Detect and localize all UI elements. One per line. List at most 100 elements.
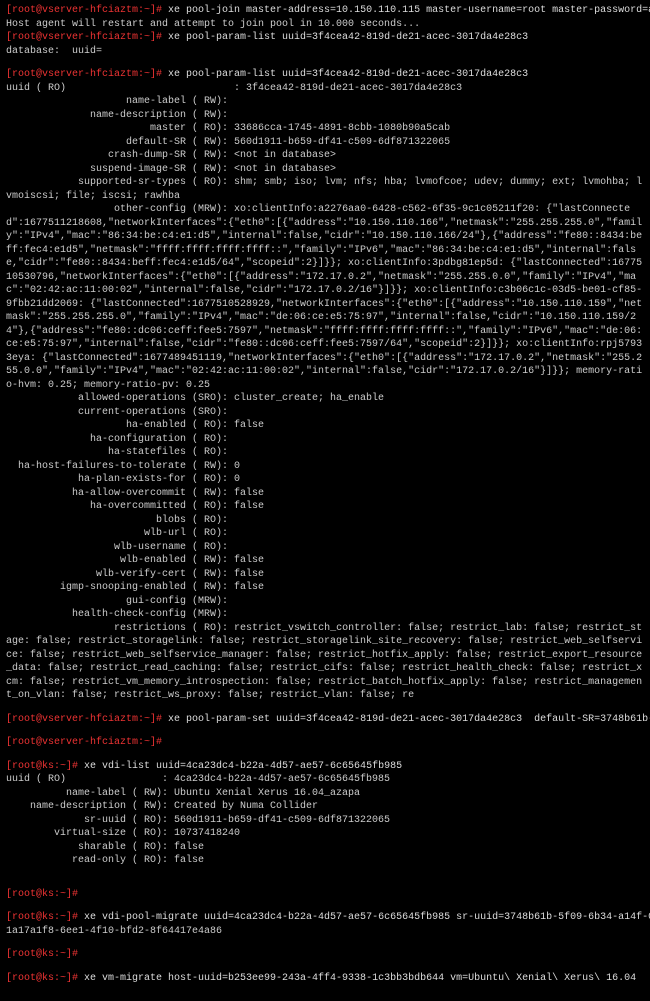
output-text: ha-enabled ( RO): false [6, 420, 264, 431]
command-text: xe pool-param-list uuid=3f4cea42-819d-de… [162, 32, 528, 43]
output-line: ha-host-failures-to-tolerate ( RW): 0 [6, 460, 644, 474]
blank-line [6, 962, 644, 972]
command-text [78, 889, 84, 900]
output-line: default-SR ( RW): 560d1911-b659-df41-c50… [6, 136, 644, 150]
blank-line [6, 868, 644, 878]
blank-line [6, 703, 644, 713]
output-text: wlb-verify-cert ( RW): false [6, 569, 264, 580]
output-text: name-description ( RW): [6, 110, 228, 121]
terminal[interactable]: [root@vserver-hfciaztm:~]# xe pool-join … [0, 0, 650, 1001]
command-text: xe vdi-list uuid=4ca23dc4-b22a-4d57-ae57… [78, 761, 402, 772]
output-line: ha-allow-overcommit ( RW): false [6, 487, 644, 501]
output-text: ha-allow-overcommit ( RW): false [6, 488, 264, 499]
output-text: current-operations (SRO): [6, 407, 228, 418]
output-line: read-only ( RO): false [6, 854, 644, 868]
output-text: health-check-config (MRW): [6, 609, 228, 620]
output-line: sr-uuid ( RO): 560d1911-b659-df41-c509-6… [6, 814, 644, 828]
blank-line [6, 938, 644, 948]
command-line: [root@vserver-hfciaztm:~]# xe pool-param… [6, 713, 644, 727]
output-text: sharable ( RO): false [6, 842, 204, 853]
shell-prompt: [root@ks:~]# [6, 973, 78, 984]
output-text: restrictions ( RO): restrict_vswitch_con… [6, 623, 642, 702]
output-line: current-operations (SRO): [6, 406, 644, 420]
output-text: gui-config (MRW): [6, 596, 228, 607]
output-text: Host agent will restart and attempt to j… [6, 19, 420, 30]
command-text: xe pool-join master-address=10.150.110.1… [162, 5, 650, 16]
shell-prompt: [root@ks:~]# [6, 949, 78, 960]
command-line: [root@ks:~]# [6, 948, 644, 962]
output-line: ha-statefiles ( RO): [6, 446, 644, 460]
blank-line [6, 901, 644, 911]
output-text: allowed-operations (SRO): cluster_create… [6, 393, 384, 404]
output-text: ha-statefiles ( RO): [6, 447, 228, 458]
output-text: ha-configuration ( RO): [6, 434, 228, 445]
output-text: sr-uuid ( RO): 560d1911-b659-df41-c509-6… [6, 815, 390, 826]
command-text: xe pool-param-list uuid=3f4cea42-819d-de… [162, 69, 528, 80]
output-line: name-description ( RW): [6, 109, 644, 123]
command-line: [root@vserver-hfciaztm:~]# xe pool-param… [6, 31, 644, 45]
command-line: [root@ks:~]# xe vdi-list uuid=4ca23dc4-b… [6, 760, 644, 774]
output-text: wlb-username ( RO): [6, 542, 228, 553]
command-text [162, 737, 168, 748]
output-line: virtual-size ( RO): 10737418240 [6, 827, 644, 841]
output-line: ha-plan-exists-for ( RO): 0 [6, 473, 644, 487]
blank-line [6, 750, 644, 760]
output-text: ha-plan-exists-for ( RO): 0 [6, 474, 240, 485]
output-text: master ( RO): 33686cca-1745-4891-8cbb-10… [6, 123, 450, 134]
output-text: default-SR ( RW): 560d1911-b659-df41-c50… [6, 137, 450, 148]
shell-prompt: [root@ks:~]# [6, 912, 78, 923]
output-line: name-description ( RW): Created by Numa … [6, 800, 644, 814]
output-line: ha-overcommitted ( RO): false [6, 500, 644, 514]
output-line: blobs ( RO): [6, 514, 644, 528]
output-line: wlb-enabled ( RW): false [6, 554, 644, 568]
output-text: igmp-snooping-enabled ( RW): false [6, 582, 264, 593]
output-line: sharable ( RO): false [6, 841, 644, 855]
output-text: database: uuid= [6, 46, 102, 57]
output-text: virtual-size ( RO): 10737418240 [6, 828, 240, 839]
output-line: gui-config (MRW): [6, 595, 644, 609]
command-line: [root@ks:~]# xe vdi-pool-migrate uuid=4c… [6, 911, 644, 925]
output-text: name-label ( RW): Ubuntu Xenial Xerus 16… [6, 788, 360, 799]
output-line: name-label ( RW): Ubuntu Xenial Xerus 16… [6, 787, 644, 801]
blank-line [6, 878, 644, 888]
output-line: wlb-verify-cert ( RW): false [6, 568, 644, 582]
command-text: xe pool-param-set uuid=3f4cea42-819d-de2… [162, 714, 650, 725]
output-text: supported-sr-types ( RO): shm; smb; iso;… [6, 177, 642, 202]
command-line: [root@vserver-hfciaztm:~]# xe pool-join … [6, 4, 644, 18]
shell-prompt: [root@ks:~]# [6, 761, 78, 772]
output-line: health-check-config (MRW): [6, 608, 644, 622]
output-line: ha-enabled ( RO): false [6, 419, 644, 433]
command-text [78, 949, 84, 960]
command-text: xe vdi-pool-migrate uuid=4ca23dc4-b22a-4… [78, 912, 650, 923]
output-text: crash-dump-SR ( RW): <not in database> [6, 150, 336, 161]
blank-line [6, 726, 644, 736]
output-text: 1a17a1f8-6ee1-4f10-bfd2-8f64417e4a86 [6, 926, 222, 937]
output-line: igmp-snooping-enabled ( RW): false [6, 581, 644, 595]
output-text: ha-overcommitted ( RO): false [6, 501, 264, 512]
command-line: [root@ks:~]# xe vm-migrate host-uuid=b25… [6, 972, 644, 986]
output-text: read-only ( RO): false [6, 855, 204, 866]
output-line: Host agent will restart and attempt to j… [6, 18, 644, 32]
shell-prompt: [root@vserver-hfciaztm:~]# [6, 69, 162, 80]
output-line: wlb-url ( RO): [6, 527, 644, 541]
output-line: wlb-username ( RO): [6, 541, 644, 555]
output-text: name-description ( RW): Created by Numa … [6, 801, 318, 812]
output-text: blobs ( RO): [6, 515, 228, 526]
output-line: uuid ( RO) : 4ca23dc4-b22a-4d57-ae57-6c6… [6, 773, 644, 787]
output-text: uuid ( RO) : 4ca23dc4-b22a-4d57-ae57-6c6… [6, 774, 390, 785]
output-line: 1a17a1f8-6ee1-4f10-bfd2-8f64417e4a86 [6, 925, 644, 939]
output-text: suspend-image-SR ( RW): <not in database… [6, 164, 336, 175]
shell-prompt: [root@ks:~]# [6, 889, 78, 900]
shell-prompt: [root@vserver-hfciaztm:~]# [6, 714, 162, 725]
output-text: uuid ( RO) : 3f4cea42-819d-de21-acec-301… [6, 83, 462, 94]
shell-prompt: [root@vserver-hfciaztm:~]# [6, 737, 162, 748]
command-line: [root@vserver-hfciaztm:~]# [6, 736, 644, 750]
output-line: database: uuid= [6, 45, 644, 59]
output-text: wlb-enabled ( RW): false [6, 555, 264, 566]
output-line: restrictions ( RO): restrict_vswitch_con… [6, 622, 644, 703]
output-line: ha-configuration ( RO): [6, 433, 644, 447]
output-line: name-label ( RW): [6, 95, 644, 109]
command-line: [root@ks:~]# [6, 888, 644, 902]
output-line: allowed-operations (SRO): cluster_create… [6, 392, 644, 406]
output-line: suspend-image-SR ( RW): <not in database… [6, 163, 644, 177]
